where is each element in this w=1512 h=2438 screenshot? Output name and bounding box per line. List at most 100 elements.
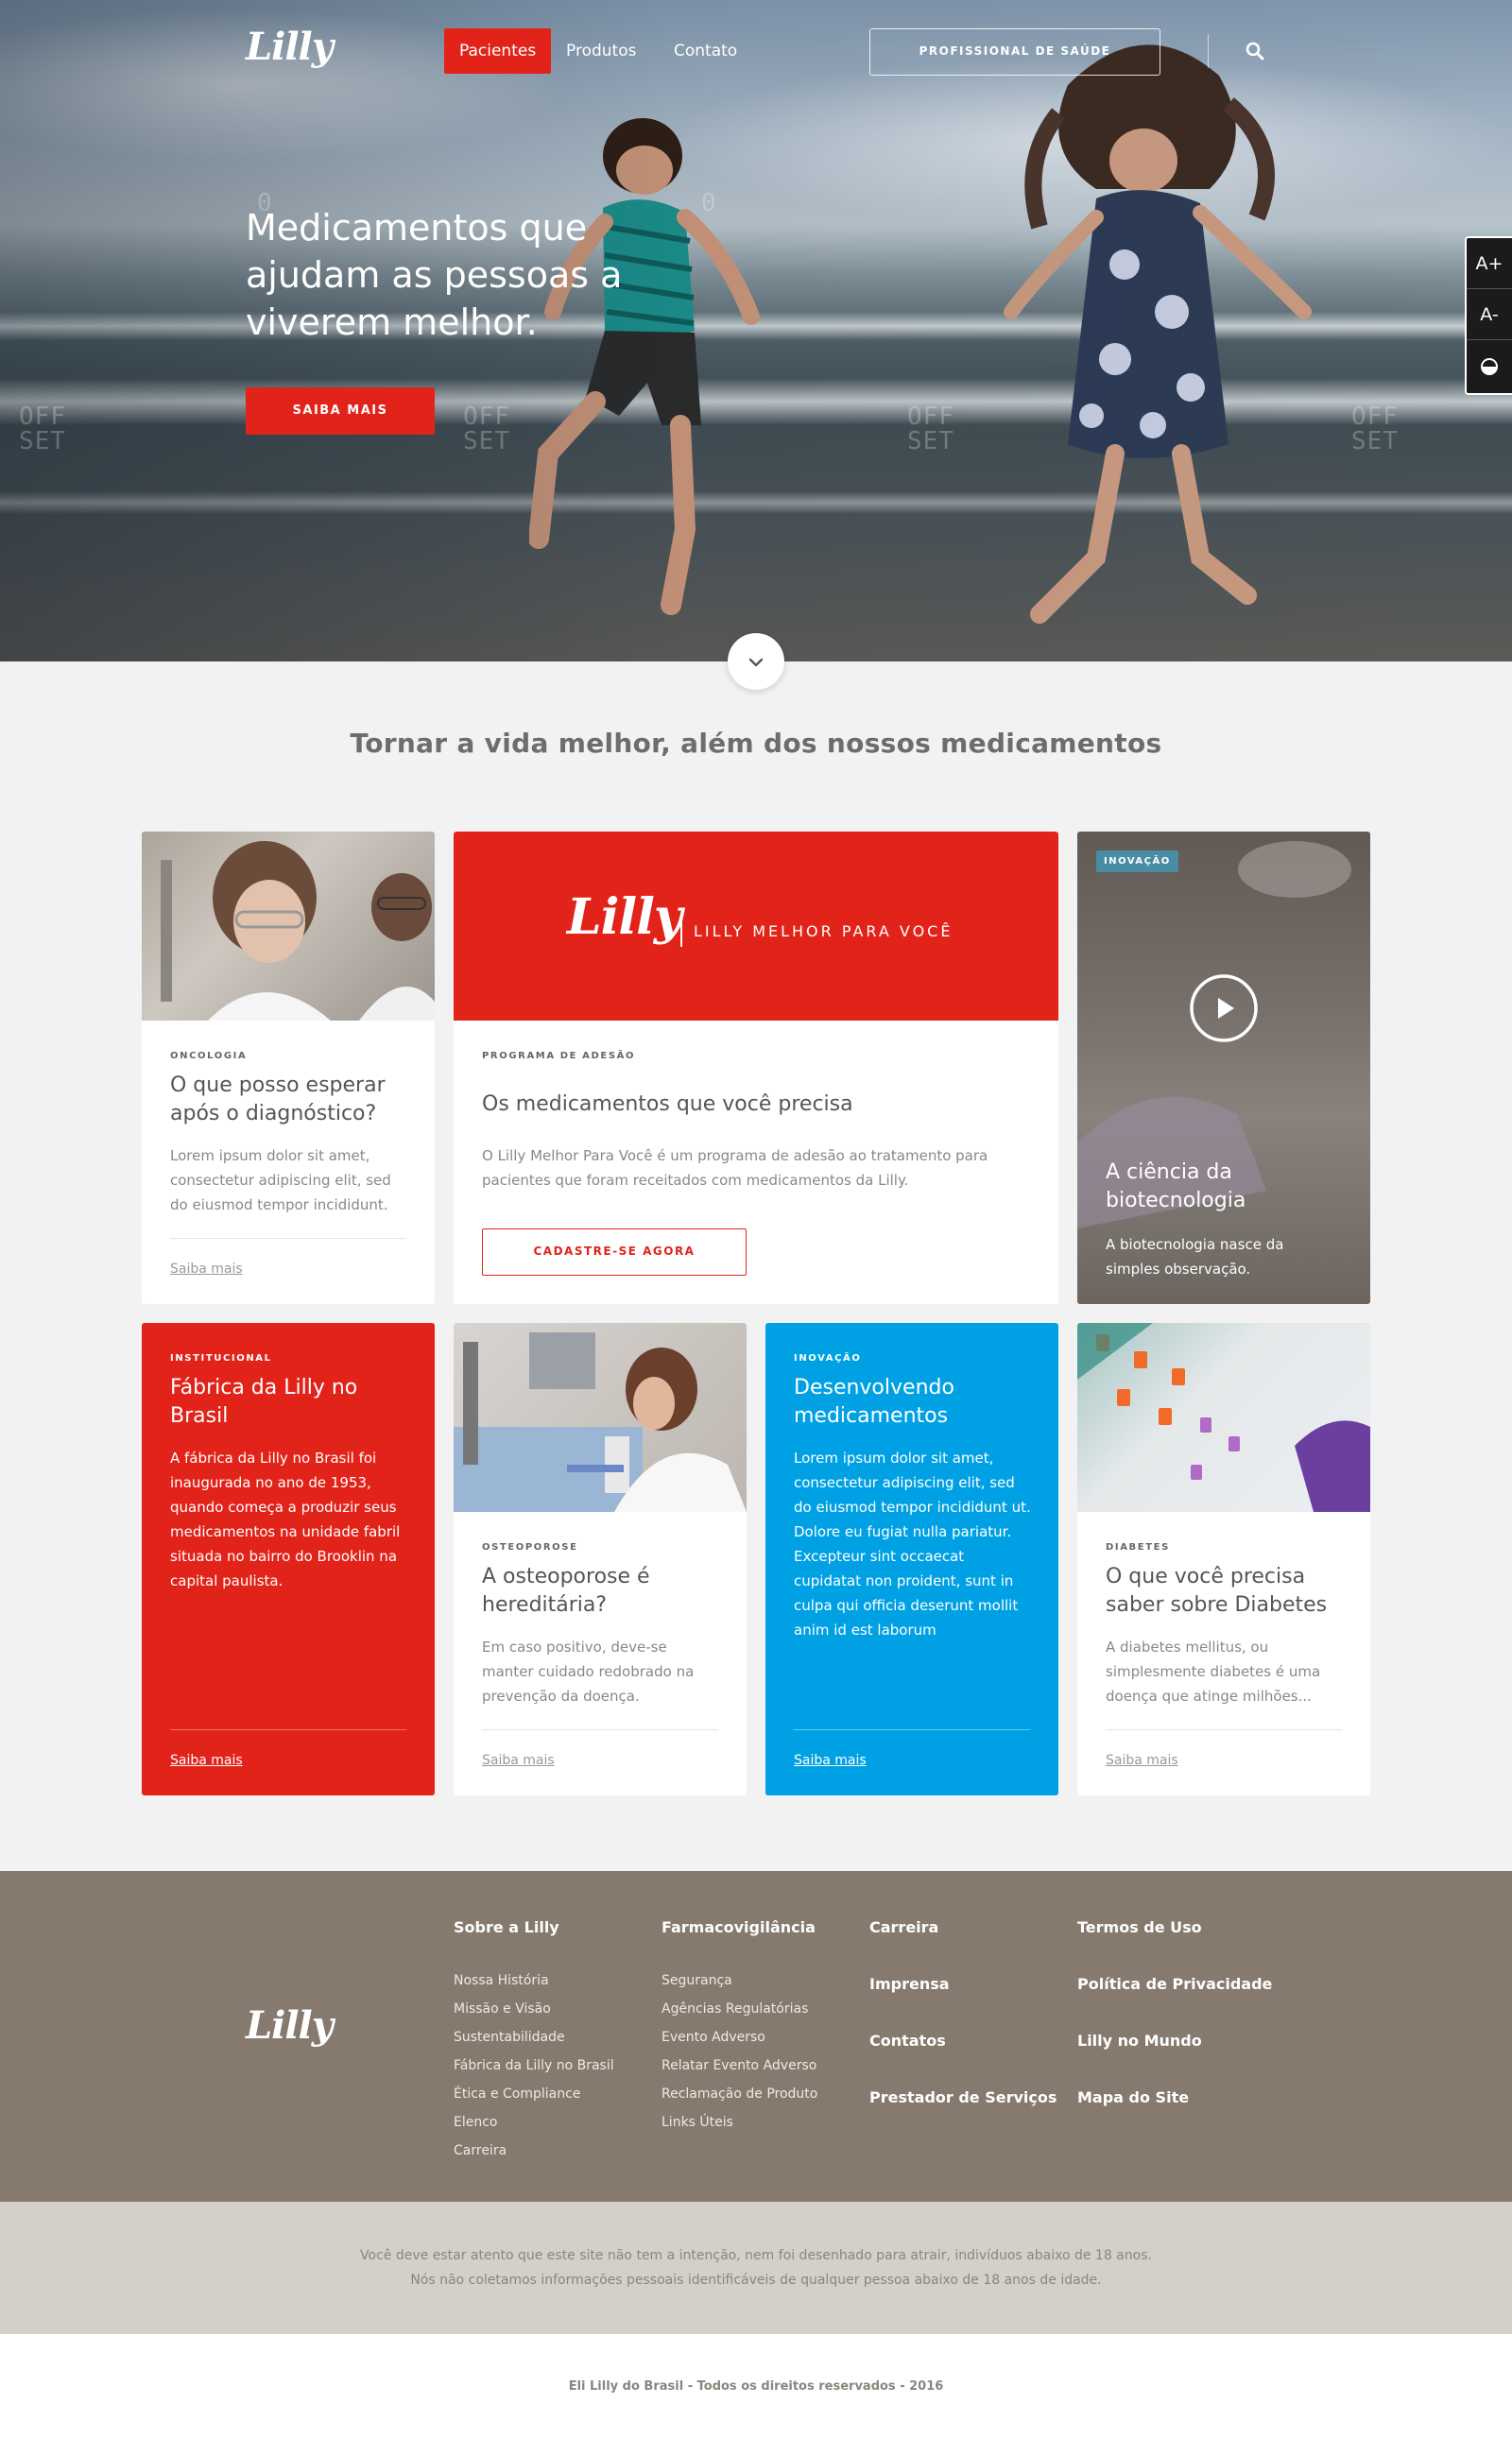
- vials-photo: [1077, 1323, 1370, 1512]
- nav-contato[interactable]: Contato: [659, 28, 752, 74]
- card-divider: [1106, 1729, 1342, 1730]
- card-read-more-link[interactable]: Saiba mais: [1106, 1753, 1178, 1768]
- card-eyebrow: DIABETES: [1106, 1542, 1170, 1553]
- footer-link-privacidade[interactable]: Política de Privacidade: [1077, 1975, 1272, 1994]
- card-divider: [170, 1238, 406, 1239]
- scroll-down-button[interactable]: [728, 633, 784, 690]
- footer-link[interactable]: Reclamação de Produto: [662, 2080, 817, 2108]
- banner-divider: [680, 917, 682, 947]
- watermark: OFF SET: [907, 403, 954, 455]
- card-fabrica-lilly[interactable]: INSTITUCIONAL Fábrica da Lilly no Brasil…: [142, 1323, 435, 1795]
- footer-link[interactable]: Elenco: [454, 2108, 614, 2137]
- card-eyebrow: PROGRAMA DE ADESÃO: [482, 1051, 636, 1061]
- card-eyebrow: INSTITUCIONAL: [170, 1353, 272, 1364]
- disclaimer-line: Nós não coletamos informações pessoais i…: [410, 2273, 1102, 2288]
- footer-link[interactable]: Fábrica da Lilly no Brasil: [454, 2052, 614, 2080]
- footer-link-prestador[interactable]: Prestador de Serviços: [869, 2088, 1057, 2107]
- nav-pacientes[interactable]: Pacientes: [444, 28, 552, 74]
- banner-lilly-logo: Lilly: [567, 888, 682, 946]
- contrast-icon: [1481, 357, 1498, 375]
- nav-produtos[interactable]: Produtos: [551, 28, 651, 74]
- footer-link[interactable]: Missão e Visão: [454, 1995, 614, 2023]
- card-banner-lilly-melhor: Lilly LILLY MELHOR PARA VOCÊ: [454, 832, 1058, 1021]
- footer-link[interactable]: Segurança: [662, 1966, 817, 1995]
- card-image-lab: [454, 1323, 747, 1512]
- footer-link-imprensa[interactable]: Imprensa: [869, 1975, 1057, 1994]
- card-title: Fábrica da Lilly no Brasil: [170, 1376, 358, 1428]
- footer-link-mundo[interactable]: Lilly no Mundo: [1077, 2032, 1272, 2051]
- footer-link-termos[interactable]: Termos de Uso: [1077, 1918, 1272, 1937]
- footer-heading[interactable]: Farmacovigilância: [662, 1918, 817, 1936]
- card-osteoporose[interactable]: OSTEOPOROSE A osteoporose é hereditária?…: [454, 1323, 747, 1795]
- disclaimer-line: Você deve estar atento que este site não…: [360, 2248, 1152, 2263]
- footer-column-farmacovigilancia: Farmacovigilância Segurança Agências Reg…: [662, 1918, 817, 2137]
- card-read-more-link[interactable]: Saiba mais: [170, 1753, 243, 1768]
- card-description: Em caso positivo, deve-se manter cuidado…: [482, 1639, 695, 1705]
- footer-column-links-3: Carreira Imprensa Contatos Prestador de …: [869, 1918, 1057, 2145]
- card-read-more-link[interactable]: Saiba mais: [170, 1262, 243, 1277]
- watermark: 0: [701, 189, 717, 217]
- card-programa-adesao[interactable]: Lilly LILLY MELHOR PARA VOCÊ PROGRAMA DE…: [454, 832, 1058, 1304]
- decrease-font-button[interactable]: A-: [1467, 289, 1512, 340]
- card-image-vials: [1077, 1323, 1370, 1512]
- footer-link[interactable]: Agências Regulatórias: [662, 1995, 817, 2023]
- watermark: OFF SET: [19, 403, 66, 455]
- age-disclaimer: Você deve estar atento que este site não…: [0, 2202, 1512, 2334]
- card-description: A biotecnologia nasce da simples observa…: [1106, 1236, 1284, 1278]
- card-title: O que posso esperar após o diagnóstico?: [170, 1073, 386, 1125]
- card-biotecnologia-video[interactable]: INOVAÇÃO A ciência da biotecnologia A bi…: [1077, 832, 1370, 1304]
- footer-heading[interactable]: Sobre a Lilly: [454, 1918, 614, 1936]
- chevron-down-icon: [748, 658, 764, 667]
- card-description: O Lilly Melhor Para Você é um programa d…: [482, 1147, 988, 1189]
- lilly-logo[interactable]: Lilly: [246, 25, 334, 69]
- card-badge: INOVAÇÃO: [1096, 850, 1178, 872]
- card-description: Lorem ipsum dolor sit amet, consectetur …: [170, 1147, 391, 1213]
- nav-divider: [1208, 34, 1209, 68]
- section-title: Tornar a vida melhor, além dos nossos me…: [350, 728, 1162, 759]
- footer-link[interactable]: Relatar Evento Adverso: [662, 2052, 817, 2080]
- cadastre-button[interactable]: CADASTRE-SE AGORA: [482, 1228, 747, 1276]
- card-title: Os medicamentos que você precisa: [482, 1092, 853, 1116]
- card-oncologia[interactable]: ONCOLOGIA O que posso esperar após o dia…: [142, 832, 435, 1304]
- accessibility-toolbar: A+ A-: [1465, 236, 1512, 395]
- footer-link[interactable]: Links Úteis: [662, 2108, 817, 2137]
- card-description: A diabetes mellitus, ou simplesmente dia…: [1106, 1639, 1321, 1705]
- card-desenvolvendo-medicamentos[interactable]: INOVAÇÃO Desenvolvendo medicamentos Lore…: [765, 1323, 1058, 1795]
- card-title: Desenvolvendo medicamentos: [794, 1376, 954, 1428]
- hero-cta-button[interactable]: SAIBA MAIS: [246, 387, 435, 435]
- footer-link[interactable]: Sustentabilidade: [454, 2023, 614, 2052]
- footer-column-links-4: Termos de Uso Política de Privacidade Li…: [1077, 1918, 1272, 2145]
- card-divider: [170, 1729, 406, 1730]
- footer-link-mapa[interactable]: Mapa do Site: [1077, 2088, 1272, 2107]
- card-title: O que você precisa saber sobre Diabetes: [1106, 1565, 1328, 1617]
- watermark: OFF SET: [1351, 403, 1399, 455]
- scientists-photo: [142, 832, 435, 1021]
- card-read-more-link[interactable]: Saiba mais: [794, 1753, 867, 1768]
- card-eyebrow: OSTEOPOROSE: [482, 1542, 578, 1553]
- footer-link[interactable]: Nossa História: [454, 1966, 614, 1995]
- card-divider: [482, 1729, 718, 1730]
- lab-photo: [454, 1332, 747, 1512]
- card-title: A ciência da biotecnologia: [1106, 1160, 1246, 1212]
- professional-button[interactable]: PROFISSIONAL DE SAÚDE: [869, 28, 1160, 76]
- top-navigation: Lilly Pacientes Produtos Contato PROFISS…: [0, 0, 1512, 104]
- card-diabetes[interactable]: DIABETES O que você precisa saber sobre …: [1077, 1323, 1370, 1795]
- card-title: A osteoporose é hereditária?: [482, 1565, 650, 1617]
- play-icon[interactable]: [1189, 973, 1259, 1043]
- increase-font-button[interactable]: A+: [1467, 238, 1512, 289]
- card-divider: [794, 1729, 1030, 1730]
- footer-link-carreira[interactable]: Carreira: [869, 1918, 1057, 1937]
- footer-lilly-logo[interactable]: Lilly: [246, 2003, 334, 2048]
- card-read-more-link[interactable]: Saiba mais: [482, 1753, 555, 1768]
- card-description: Lorem ipsum dolor sit amet, consectetur …: [794, 1450, 1031, 1639]
- footer-link[interactable]: Evento Adverso: [662, 2023, 817, 2052]
- card-eyebrow: ONCOLOGIA: [170, 1051, 248, 1061]
- footer: Lilly Sobre a Lilly Nossa História Missã…: [0, 1871, 1512, 2202]
- copyright: Eli Lilly do Brasil - Todos os direitos …: [0, 2334, 1512, 2438]
- footer-link-contatos[interactable]: Contatos: [869, 2032, 1057, 2051]
- card-eyebrow: INOVAÇÃO: [794, 1353, 862, 1364]
- search-icon[interactable]: [1244, 40, 1266, 62]
- footer-link[interactable]: Ética e Compliance: [454, 2080, 614, 2108]
- footer-link[interactable]: Carreira: [454, 2137, 614, 2165]
- contrast-button[interactable]: [1467, 340, 1512, 391]
